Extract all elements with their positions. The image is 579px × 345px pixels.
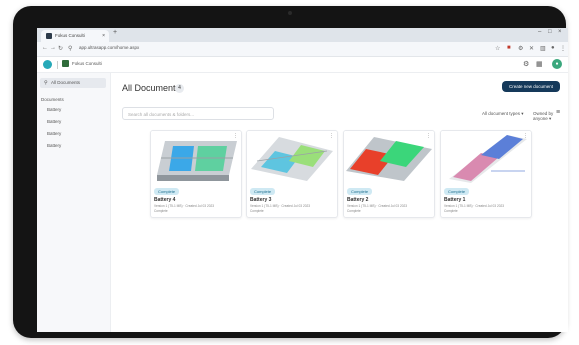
page-title: All Documents — [122, 83, 181, 93]
card-menu-icon[interactable]: ⋮ — [233, 133, 238, 139]
document-name[interactable]: Battery 1 — [444, 197, 465, 203]
extension-icon[interactable]: ⚙ — [518, 45, 523, 52]
document-meta: Version 1 (T5-1 MB) · Created Jul 03 202… — [444, 204, 505, 208]
search-input[interactable]: Search all documents & folders... — [122, 107, 274, 120]
forward-icon[interactable]: → — [50, 45, 56, 51]
create-document-button[interactable]: Create new document — [502, 81, 560, 92]
header-divider — [57, 61, 58, 69]
search-icon: ⚲ — [44, 80, 48, 86]
document-thumbnail — [151, 131, 241, 185]
status-badge: Complete — [154, 188, 180, 195]
owner-filter[interactable]: Owned by anyone ▾ — [533, 111, 568, 122]
document-thumbnail — [247, 131, 337, 185]
battery-pack-render — [251, 137, 333, 181]
sidebar-item-battery[interactable]: Battery — [47, 119, 61, 124]
sidebar-item-documents[interactable]: Documents — [41, 97, 64, 102]
document-sub: Complete — [347, 209, 361, 213]
document-sub: Complete — [154, 209, 168, 213]
sidepanel-icon[interactable]: ▥ — [540, 45, 546, 52]
tab-bar: Fokus Consulti × + – □ × — [37, 28, 568, 42]
new-tab-button[interactable]: + — [113, 29, 117, 36]
app-logo[interactable] — [43, 60, 52, 69]
document-card[interactable]: ⋮ Complete Battery 3 Version 1 (T5-1 MB)… — [246, 130, 338, 218]
sidebar-all-documents[interactable]: ⚲ All Documents — [40, 78, 106, 88]
bookmark-star-icon[interactable]: ☆ — [495, 45, 500, 52]
minimize-button[interactable]: – — [538, 29, 541, 35]
document-type-filter[interactable]: All document types ▾ — [482, 111, 524, 117]
back-icon[interactable]: ← — [42, 45, 48, 51]
battery-pack-render — [346, 137, 432, 181]
reload-icon[interactable]: ↻ — [58, 45, 63, 52]
sidebar: ⚲ All Documents Documents Battery Batter… — [37, 73, 111, 332]
document-count-badge: 4 — [175, 84, 184, 93]
status-badge: Complete — [444, 188, 470, 195]
close-window-button[interactable]: × — [558, 29, 562, 35]
user-avatar[interactable]: ● — [552, 59, 562, 69]
document-name[interactable]: Battery 2 — [347, 197, 368, 203]
browser-tab[interactable]: Fokus Consulti × — [41, 30, 109, 42]
list-view-icon[interactable]: ≡ — [556, 109, 560, 116]
laptop-frame: Fokus Consulti × + – □ × ← → ↻ ⚲ app.ult… — [13, 6, 568, 338]
workspace-icon — [62, 60, 69, 67]
camera-dot — [287, 11, 292, 15]
card-menu-icon[interactable]: ⋮ — [523, 133, 528, 139]
document-card[interactable]: ⋮ Complete Battery 4 Version 1 (T5-1 MB)… — [150, 130, 242, 218]
maximize-button[interactable]: □ — [548, 29, 552, 35]
browser-menu-icon[interactable]: ⋮ — [560, 45, 566, 52]
address-bar: ← → ↻ ⚲ app.ultrasapp.com/home.aspx ☆ ■ … — [37, 42, 568, 57]
profile-icon[interactable]: ● — [551, 45, 555, 51]
tab-close-icon[interactable]: × — [102, 30, 105, 42]
document-card[interactable]: ⋮ Complete Battery 2 Version 1 (T5-1 MB)… — [343, 130, 435, 218]
document-sub: Complete — [250, 209, 264, 213]
url-field[interactable]: app.ultrasapp.com/home.aspx — [79, 45, 139, 50]
document-name[interactable]: Battery 3 — [250, 197, 271, 203]
app-favicon-icon — [46, 33, 52, 39]
document-card[interactable]: ⋮ Complete Battery 1 Version 1 (T5-1 MB)… — [440, 130, 532, 218]
status-badge: Complete — [250, 188, 276, 195]
document-name[interactable]: Battery 4 — [154, 197, 175, 203]
sidebar-item-battery[interactable]: Battery — [47, 131, 61, 136]
battery-pack-render — [449, 135, 527, 183]
battery-pack-render — [157, 141, 237, 181]
extension-icon[interactable]: ■ — [507, 45, 511, 51]
document-thumbnail — [441, 131, 531, 185]
document-sub: Complete — [444, 209, 458, 213]
workspace-name[interactable]: Fokus Consulti — [72, 61, 102, 66]
card-menu-icon[interactable]: ⋮ — [329, 133, 334, 139]
document-meta: Version 1 (T5-1 MB) · Created Jul 03 202… — [154, 204, 215, 208]
status-badge: Complete — [347, 188, 373, 195]
document-meta: Version 1 (T5-1 MB) · Created Jul 03 202… — [250, 204, 311, 208]
card-menu-icon[interactable]: ⋮ — [426, 133, 431, 139]
document-meta: Version 1 (T5-1 MB) · Created Jul 03 202… — [347, 204, 408, 208]
settings-gear-icon[interactable]: ⚙ — [523, 60, 529, 68]
site-info-icon[interactable]: ⚲ — [68, 45, 72, 52]
tab-title: Fokus Consulti — [55, 33, 85, 38]
app-header: Fokus Consulti ⚙ ▦ ● — [37, 57, 568, 73]
apps-grid-icon[interactable]: ▦ — [536, 60, 543, 68]
extension-icon[interactable]: ✕ — [529, 45, 534, 52]
browser-window: Fokus Consulti × + – □ × ← → ↻ ⚲ app.ult… — [37, 28, 568, 332]
sidebar-item-battery[interactable]: Battery — [47, 107, 61, 112]
document-thumbnail — [344, 131, 434, 185]
sidebar-item-battery[interactable]: Battery — [47, 143, 61, 148]
sidebar-all-documents-label: All Documents — [51, 80, 81, 85]
main-content: All Documents 4 Create new document Sear… — [111, 73, 568, 332]
